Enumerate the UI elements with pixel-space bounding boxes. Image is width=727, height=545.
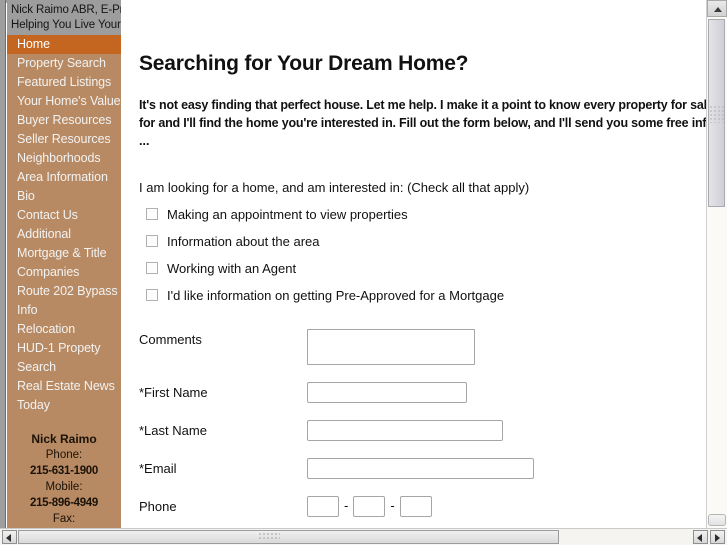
sidebar-item-property-search[interactable]: Property Search xyxy=(7,54,121,73)
phone-area-input[interactable] xyxy=(307,496,339,517)
scroll-right-button[interactable] xyxy=(710,530,725,544)
checkbox-area-info[interactable] xyxy=(146,235,158,247)
scrollbar-corner-button[interactable] xyxy=(708,514,726,526)
site-header: Nick Raimo ABR, E-Pro Helping You Live Y… xyxy=(7,0,121,35)
resize-grip-icon xyxy=(709,105,724,123)
agent-phone-label: Phone: xyxy=(45,449,83,461)
phone-label: Phone xyxy=(139,499,177,514)
sidebar-item-seller-resources[interactable]: Seller Resources xyxy=(7,130,121,149)
sidebar-item-bio[interactable]: Bio xyxy=(7,187,121,206)
agent-fax-label: Fax: xyxy=(52,513,76,525)
email-input[interactable] xyxy=(307,458,534,479)
sidebar: Nick Raimo ABR, E-Pro Helping You Live Y… xyxy=(7,0,121,528)
sidebar-item-area-information[interactable]: Area Information xyxy=(7,168,121,187)
window-left-edge xyxy=(0,0,6,528)
checkbox-pre-approved[interactable] xyxy=(146,289,158,301)
checkbox-row-pre-approved[interactable]: I'd like information on getting Pre-Appr… xyxy=(139,287,706,303)
last-name-label: *Last Name xyxy=(139,423,207,438)
checkbox-row-working-agent[interactable]: Working with an Agent xyxy=(139,260,706,276)
vertical-scroll-track[interactable] xyxy=(707,17,727,528)
comments-textarea[interactable] xyxy=(307,329,475,365)
intro-paragraph: It's not easy finding that perfect house… xyxy=(139,98,706,130)
phone-separator-2: - xyxy=(390,498,395,513)
horizontal-scroll-grip-icon xyxy=(258,532,280,541)
sidebar-item-route-202-bypass-info[interactable]: Route 202 Bypass Info xyxy=(7,282,121,320)
sidebar-item-your-homes-value[interactable]: Your Home's Value xyxy=(7,92,121,111)
agent-mobile-label: Mobile: xyxy=(45,481,83,493)
scroll-up-button[interactable] xyxy=(707,0,727,17)
intro-ellipsis: ... xyxy=(139,134,150,148)
checkbox-label-pre-approved[interactable]: I'd like information on getting Pre-Appr… xyxy=(167,288,504,303)
sidebar-item-hud-1-propety-search[interactable]: HUD-1 Propety Search xyxy=(7,339,121,377)
checkbox-label-appointment[interactable]: Making an appointment to view properties xyxy=(167,207,408,222)
main-content: Searching for Your Dream Home? It's not … xyxy=(121,0,706,528)
checkbox-appointment[interactable] xyxy=(146,208,158,220)
form-row-phone: Phone - - xyxy=(139,496,706,517)
first-name-label: *First Name xyxy=(139,385,208,400)
site-header-line2: Helping You Live Your Dreams! xyxy=(11,19,121,31)
checkbox-row-appointment[interactable]: Making an appointment to view properties xyxy=(139,206,706,222)
sidebar-item-home[interactable]: Home xyxy=(7,35,121,54)
form-row-first-name: *First Name xyxy=(139,382,706,403)
checkbox-row-area-info[interactable]: Information about the area xyxy=(139,233,706,249)
agent-contact-block: Nick Raimo Phone: 215-631-1900 Mobile: 2… xyxy=(7,431,121,528)
agent-phone-value: 215-631-1900 xyxy=(29,465,99,477)
first-name-input[interactable] xyxy=(307,382,467,403)
scroll-left-button-secondary[interactable] xyxy=(693,530,708,544)
sidebar-item-additional[interactable]: Additional xyxy=(7,225,121,244)
sidebar-item-contact-us[interactable]: Contact Us xyxy=(7,206,121,225)
checkbox-working-agent[interactable] xyxy=(146,262,158,274)
page-title: Searching for Your Dream Home? xyxy=(139,52,469,75)
vertical-scrollbar[interactable] xyxy=(706,0,727,528)
checkbox-prompt: I am looking for a home, and am interest… xyxy=(139,180,530,195)
sidebar-item-relocation[interactable]: Relocation xyxy=(7,320,121,339)
sidebar-item-neighborhoods[interactable]: Neighborhoods xyxy=(7,149,121,168)
agent-mobile-value: 215-896-4949 xyxy=(29,497,99,509)
scroll-left-button[interactable] xyxy=(2,530,17,544)
form-row-comments: Comments xyxy=(139,329,706,365)
agent-name: Nick Raimo xyxy=(31,432,97,446)
horizontal-scroll-thumb[interactable] xyxy=(18,530,559,544)
form-row-email: *Email xyxy=(139,458,706,479)
horizontal-scrollbar[interactable] xyxy=(0,528,727,545)
checkbox-label-area-info[interactable]: Information about the area xyxy=(167,234,320,249)
checkbox-label-working-agent[interactable]: Working with an Agent xyxy=(167,261,296,276)
sidebar-item-mortgage-title-companies[interactable]: Mortgage & Title Companies xyxy=(7,244,121,282)
page-viewport: Nick Raimo ABR, E-Pro Helping You Live Y… xyxy=(7,0,706,528)
sidebar-nav: Home Property Search Featured Listings Y… xyxy=(7,35,121,415)
site-header-line1: Nick Raimo ABR, E-Pro xyxy=(11,4,121,16)
comments-label: Comments xyxy=(139,332,202,347)
page-content: Nick Raimo ABR, E-Pro Helping You Live Y… xyxy=(7,0,706,528)
sidebar-item-buyer-resources[interactable]: Buyer Resources xyxy=(7,111,121,130)
last-name-input[interactable] xyxy=(307,420,503,441)
email-label: *Email xyxy=(139,461,177,476)
phone-prefix-input[interactable] xyxy=(353,496,386,517)
form-row-last-name: *Last Name xyxy=(139,420,706,441)
sidebar-item-featured-listings[interactable]: Featured Listings xyxy=(7,73,121,92)
phone-separator-1: - xyxy=(344,498,349,513)
browser-window: Nick Raimo ABR, E-Pro Helping You Live Y… xyxy=(0,0,727,545)
sidebar-item-real-estate-news-today[interactable]: Real Estate News Today xyxy=(7,377,121,415)
phone-line-input[interactable] xyxy=(399,496,432,517)
